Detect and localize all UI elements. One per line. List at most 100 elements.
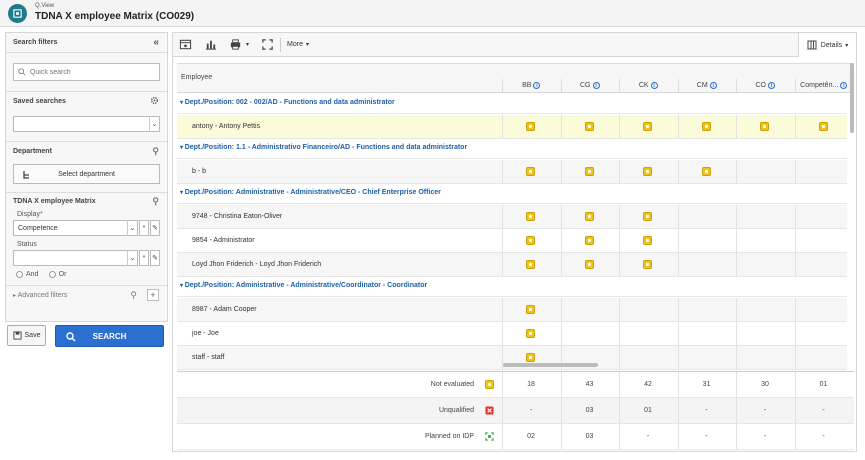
column-header-label: CO bbox=[755, 82, 767, 89]
advanced-filters-toggle[interactable]: ▸ Advanced filters bbox=[13, 292, 67, 299]
not-evaluated-icon[interactable] bbox=[526, 212, 536, 221]
summary-value: 01 bbox=[819, 381, 828, 388]
not-evaluated-icon[interactable] bbox=[643, 212, 653, 221]
group-row[interactable]: ▾ Dept./Position: Administrative - Admin… bbox=[177, 277, 847, 297]
cell-divider bbox=[794, 346, 796, 369]
or-radio[interactable]: Or bbox=[48, 271, 66, 278]
not-evaluated-icon[interactable] bbox=[643, 122, 653, 131]
collapse-panel-icon[interactable]: « bbox=[153, 37, 159, 48]
more-label: More bbox=[287, 41, 303, 48]
employee-row[interactable]: antony - Antony Pettis bbox=[177, 115, 847, 139]
matrix-header: TDNA X employee Matrix ⚲ bbox=[6, 193, 167, 209]
display-select[interactable]: Competence ⌄ bbox=[13, 220, 138, 236]
search-filters-panel: Search filters « Saved searches ⌄ Depart… bbox=[5, 32, 168, 322]
clear-icon[interactable]: ✎ bbox=[150, 250, 160, 266]
cell-divider bbox=[736, 298, 737, 321]
search-button[interactable]: SEARCH bbox=[55, 325, 164, 347]
cell-divider bbox=[736, 322, 737, 345]
not-evaluated-icon[interactable] bbox=[584, 122, 594, 131]
cell-divider bbox=[794, 205, 796, 228]
column-header[interactable]: BB i bbox=[506, 82, 557, 89]
info-icon[interactable]: i bbox=[592, 82, 600, 89]
matrix-panel: ▾ More ▾ Details ▾ Employee BB i CG i CK i CM i… bbox=[172, 32, 857, 452]
employee-column-header[interactable]: Employee bbox=[181, 74, 212, 81]
quick-search-field[interactable] bbox=[13, 63, 160, 81]
column-header[interactable]: CG i bbox=[565, 82, 616, 89]
add-filter-icon[interactable]: + bbox=[147, 289, 159, 301]
employee-row[interactable]: 9748 - Christina Eaton-Oliver bbox=[177, 205, 847, 229]
info-icon[interactable]: i bbox=[840, 82, 848, 89]
column-header[interactable]: Competên... i bbox=[799, 82, 850, 89]
group-row[interactable]: ▾ Dept./Position: 002 - 002/AD - Functio… bbox=[177, 94, 847, 114]
print-button[interactable]: ▾ bbox=[223, 33, 255, 57]
advanced-filters-row[interactable]: ▸ Advanced filters ⚲ + bbox=[6, 286, 167, 304]
status-select[interactable]: ⌄ bbox=[13, 250, 138, 266]
not-evaluated-icon[interactable] bbox=[526, 122, 536, 131]
not-evaluated-icon[interactable] bbox=[526, 353, 536, 362]
not-evaluated-icon[interactable] bbox=[643, 236, 653, 245]
not-evaluated-icon[interactable] bbox=[643, 167, 653, 176]
select-department-button[interactable]: Select department bbox=[13, 164, 160, 184]
broom-icon[interactable]: ⚲ bbox=[152, 146, 159, 157]
summary-value: 42 bbox=[644, 381, 652, 388]
horizontal-scrollbar[interactable] bbox=[503, 363, 598, 367]
more-button[interactable]: More ▾ bbox=[281, 33, 315, 57]
hierarchy-icon bbox=[23, 171, 29, 179]
not-evaluated-icon[interactable] bbox=[526, 260, 536, 269]
info-icon[interactable]: i bbox=[650, 82, 658, 89]
saved-searches-select[interactable]: ⌄ bbox=[13, 116, 160, 132]
group-row[interactable]: ▾ Dept./Position: 1.1 - Administrativo F… bbox=[177, 139, 847, 159]
cell-divider bbox=[619, 160, 620, 183]
column-header[interactable]: CO i bbox=[740, 82, 791, 89]
summary-value: - bbox=[763, 407, 767, 414]
saved-searches-label: Saved searches bbox=[13, 97, 66, 105]
employee-row[interactable]: b - b bbox=[177, 160, 847, 184]
cell-divider bbox=[502, 115, 503, 138]
column-header[interactable]: CM i bbox=[682, 82, 733, 89]
cell-divider bbox=[619, 229, 620, 252]
employee-row[interactable]: joe - Joe bbox=[177, 322, 847, 346]
broom-icon[interactable]: ⚲ bbox=[152, 196, 159, 207]
employee-row[interactable]: Loyd Jhon Friderich - Loyd Jhon Frideric… bbox=[177, 253, 847, 277]
breadcrumb[interactable]: Q.View bbox=[35, 3, 54, 9]
group-row[interactable]: ▾ Dept./Position: Administrative - Admin… bbox=[177, 184, 847, 204]
details-label: Details bbox=[820, 41, 843, 49]
employee-name: Loyd Jhon Friderich - Loyd Jhon Frideric… bbox=[192, 261, 322, 268]
not-evaluated-icon[interactable] bbox=[526, 236, 536, 245]
info-icon[interactable]: i bbox=[768, 82, 775, 89]
not-evaluated-icon[interactable] bbox=[584, 260, 594, 269]
not-evaluated-icon[interactable] bbox=[818, 122, 828, 131]
employee-row[interactable]: 9854 - Administrator bbox=[177, 229, 847, 253]
quick-search-input[interactable] bbox=[29, 68, 159, 76]
not-evaluated-icon[interactable] bbox=[526, 329, 536, 338]
chart-button[interactable] bbox=[198, 33, 223, 57]
asterisk-icon[interactable]: * bbox=[139, 220, 149, 236]
gear-icon[interactable] bbox=[150, 96, 159, 107]
vertical-scrollbar[interactable] bbox=[850, 63, 854, 133]
fullscreen-button[interactable] bbox=[255, 33, 280, 57]
view-button[interactable] bbox=[173, 33, 198, 57]
not-evaluated-icon[interactable] bbox=[584, 236, 594, 245]
column-header[interactable]: CK i bbox=[623, 82, 674, 89]
broom-icon[interactable]: ⚲ bbox=[130, 290, 137, 301]
info-icon[interactable]: i bbox=[533, 82, 541, 89]
not-evaluated-icon[interactable] bbox=[584, 212, 594, 221]
and-radio[interactable]: And bbox=[16, 271, 38, 278]
not-evaluated-icon[interactable] bbox=[526, 305, 536, 314]
not-evaluated-icon[interactable] bbox=[584, 167, 594, 176]
employee-row[interactable]: 8987 - Adam Cooper bbox=[177, 298, 847, 322]
cell-divider bbox=[736, 205, 737, 228]
save-button[interactable]: Save bbox=[7, 325, 46, 346]
info-icon[interactable]: i bbox=[709, 82, 717, 89]
logic-radio-group: And Or bbox=[6, 266, 167, 280]
not-evaluated-icon[interactable] bbox=[526, 167, 536, 176]
details-button[interactable]: Details ▾ bbox=[798, 33, 856, 57]
not-evaluated-icon[interactable] bbox=[701, 167, 711, 176]
summary-value: 03 bbox=[585, 433, 594, 440]
asterisk-icon[interactable]: * bbox=[139, 250, 149, 266]
not-evaluated-icon[interactable] bbox=[760, 122, 770, 131]
clear-icon[interactable]: ✎ bbox=[150, 220, 160, 236]
not-evaluated-icon[interactable] bbox=[643, 260, 653, 269]
save-label: Save bbox=[24, 332, 41, 339]
not-evaluated-icon[interactable] bbox=[701, 122, 711, 131]
